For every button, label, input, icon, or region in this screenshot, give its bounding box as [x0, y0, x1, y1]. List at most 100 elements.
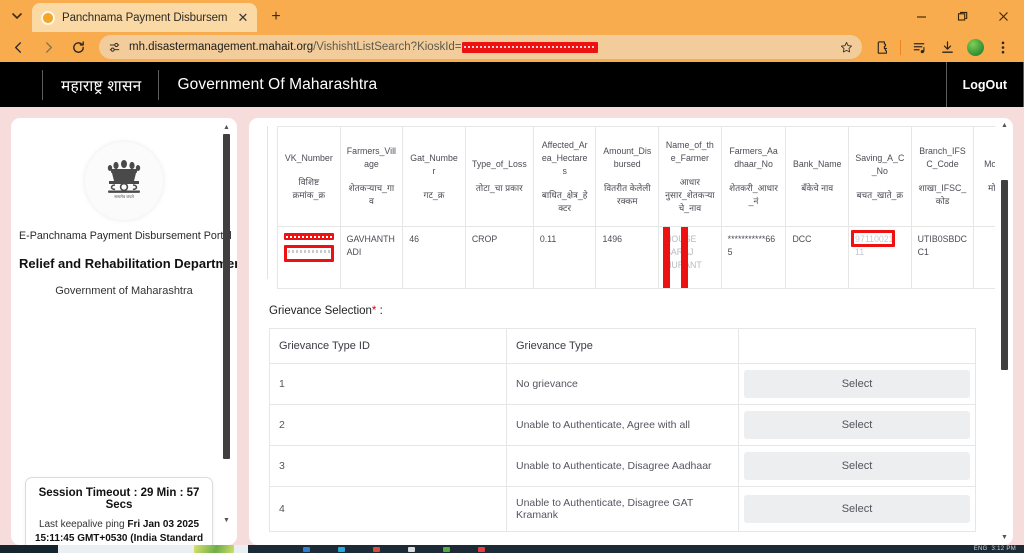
- sidebar-scrollbar[interactable]: ▲ ▼: [222, 124, 231, 524]
- grievance-action-cell: Select: [738, 404, 976, 446]
- table-row: GAVHANTHADI 46 CROP 0.11 1496 HOUSESARAJ…: [277, 226, 995, 289]
- grievance-label-suffix: :: [376, 305, 383, 317]
- keepalive-prefix: Last keepalive ping: [38, 519, 128, 530]
- grievance-action-cell: Select: [738, 486, 976, 532]
- extensions-puzzle-icon[interactable]: [869, 34, 895, 60]
- government-name: Government of Maharashtra: [55, 285, 193, 297]
- col-mobile-no: Mobile_No मोबाईल क्र: [973, 126, 995, 227]
- reading-list-icon[interactable]: [906, 34, 932, 60]
- window-close-button[interactable]: [983, 0, 1024, 32]
- grievance-header-row: Grievance Type ID Grievance Type: [269, 328, 976, 364]
- taskbar-app-icon[interactable]: [373, 546, 380, 552]
- address-bar[interactable]: mh.disastermanagement.mahait.org/Vishish…: [99, 35, 862, 59]
- taskbar-start-area[interactable]: [0, 545, 58, 553]
- grievance-col-id: Grievance Type ID: [269, 328, 507, 364]
- taskbar-app-icon[interactable]: [443, 546, 450, 552]
- col-aadhaar-no: Farmers_Aadhaar_No शेतकरी_आधार_नं: [720, 126, 787, 227]
- page-viewport: महाराष्ट्र शासन Government Of Maharashtr…: [0, 62, 1024, 545]
- os-taskbar: ENG 3:12 PM: [0, 545, 1024, 553]
- grievance-type: Unable to Authenticate, Disagree GAT Kra…: [506, 486, 739, 532]
- main-scrollbar-thumb[interactable]: [1001, 180, 1008, 370]
- svg-text:सत्यमेव जयते: सत्यमेव जयते: [114, 194, 134, 199]
- cell-mobile-no: [973, 226, 995, 289]
- taskbar-clock[interactable]: ENG 3:12 PM: [974, 546, 1024, 552]
- emblem-svg: सत्यमेव जयते: [107, 160, 141, 199]
- select-button[interactable]: Select: [744, 452, 970, 480]
- three-dot-menu-icon[interactable]: [990, 34, 1016, 60]
- back-button[interactable]: [4, 34, 32, 60]
- main-content-card: VK_Number विशिष्ट क्रमांक_क्र Farmers_Vi…: [249, 118, 1013, 545]
- main-scroll-down-arrow-icon[interactable]: ▼: [1000, 534, 1009, 541]
- table-left-edge: [267, 126, 268, 279]
- forward-button[interactable]: [34, 34, 62, 60]
- tab-close-icon[interactable]: ✕: [235, 10, 251, 26]
- grievance-section-label: Grievance Selection* :: [269, 305, 995, 317]
- address-bar-url: mh.disastermanagement.mahait.org/Vishish…: [129, 41, 826, 53]
- col-gat-number: Gat_Number गट_क्र: [402, 126, 466, 227]
- cell-amount-disbursed: 1496: [595, 226, 660, 289]
- select-button[interactable]: Select: [744, 411, 970, 439]
- grievance-row: 3 Unable to Authenticate, Disagree Aadha…: [269, 445, 976, 487]
- session-keepalive: Last keepalive ping Fri Jan 03 2025 15:1…: [32, 518, 206, 545]
- taskbar-app-icon[interactable]: [478, 546, 485, 552]
- keepalive-line2: 15:11:45 GMT+0530 (India Standard: [34, 533, 204, 544]
- taskbar-icons: ENG 3:12 PM: [248, 545, 1024, 553]
- maximize-button[interactable]: [942, 0, 983, 32]
- table-header-row: VK_Number विशिष्ट क्रमांक_क्र Farmers_Vi…: [277, 126, 995, 227]
- cell-aadhaar-no: ***********665: [720, 226, 787, 289]
- minimize-button[interactable]: [901, 0, 942, 32]
- scroll-up-arrow-icon[interactable]: ▲: [222, 124, 231, 132]
- scroll-down-arrow-icon[interactable]: ▼: [222, 517, 231, 524]
- page-body: सत्यमेव जयते E-Panchnama Payment Disburs…: [0, 107, 1024, 545]
- select-button[interactable]: Select: [744, 495, 970, 523]
- profile-avatar-icon[interactable]: [962, 34, 988, 60]
- taskbar-window-preview[interactable]: [58, 545, 248, 553]
- grievance-row: 1 No grievance Select: [269, 363, 976, 405]
- tab-strip: Panchnama Payment Disbursem ✕ +: [0, 0, 1024, 32]
- url-path: /VishishtListSearch?KioskId=: [313, 41, 462, 53]
- new-tab-button[interactable]: +: [263, 4, 289, 30]
- session-timeout-box: Session Timeout : 29 Min : 57 Secs Last …: [25, 477, 213, 545]
- col-farmers-village: Farmers_Village शेतकऱ्याच_गाव: [339, 126, 404, 227]
- taskbar-app-icon[interactable]: [303, 546, 310, 552]
- reload-button[interactable]: [64, 34, 92, 60]
- taskbar-app-icon[interactable]: [338, 546, 345, 552]
- url-host: mh.disastermanagement.mahait.org: [129, 41, 314, 53]
- toolbar-divider: [900, 39, 901, 55]
- redacted-farmer-name-bar-2: [681, 227, 689, 288]
- select-button[interactable]: Select: [744, 370, 970, 398]
- col-affected-area: Affected_Area_Hectares बाधित_क्षेत्र_हेक…: [532, 126, 597, 227]
- redacted-vk-number-box: [284, 245, 334, 262]
- cell-type-of-loss: CROP: [464, 226, 534, 289]
- taskbar-app-icon[interactable]: [408, 546, 415, 552]
- logout-button[interactable]: LogOut: [945, 62, 1024, 107]
- col-name-of-farmer: Name_of_the_Farmer आधार नुसार_शेतकऱ्याचे…: [658, 126, 722, 227]
- col-type-of-loss: Type_of_Loss तोटा_चा प्रकार: [464, 126, 534, 227]
- col-vk-number: VK_Number विशिष्ट क्रमांक_क्र: [277, 126, 341, 227]
- cell-vk-number: [277, 226, 341, 289]
- grievance-id: 2: [269, 404, 507, 446]
- cell-bank-name: DCC: [785, 226, 850, 289]
- main-content-scrollbar[interactable]: ▲ ▼: [1000, 122, 1009, 541]
- grievance-label-text: Grievance Selection: [269, 305, 372, 317]
- sidebar-scrollbar-thumb[interactable]: [223, 134, 230, 459]
- main-scroll-up-arrow-icon[interactable]: ▲: [1000, 122, 1009, 129]
- cell-ifsc-code: UTIB0SBDCC1: [910, 226, 975, 289]
- bookmark-star-icon[interactable]: [834, 36, 858, 58]
- downloads-icon[interactable]: [934, 34, 960, 60]
- browser-window: Panchnama Payment Disbursem ✕ + mh.disas…: [0, 0, 1024, 545]
- taskbar-language: ENG: [973, 546, 988, 552]
- site-settings-icon[interactable]: [108, 41, 121, 54]
- grievance-row: 2 Unable to Authenticate, Agree with all…: [269, 404, 976, 446]
- session-timeout-label: Session Timeout : 29 Min : 57 Secs: [38, 487, 200, 511]
- taskbar-time: 3:12 PM: [991, 546, 1016, 552]
- browser-tab[interactable]: Panchnama Payment Disbursem ✕: [32, 3, 257, 32]
- brand-english: Government Of Maharashtra: [177, 75, 378, 93]
- redacted-saving-ac-box: [851, 230, 896, 247]
- tab-favicon-icon: [41, 10, 55, 25]
- grievance-col-type: Grievance Type: [506, 328, 739, 364]
- cell-saving-ac-no: 97110021 11: [848, 226, 912, 289]
- col-amount-disbursed: Amount_Disbursed वितरीत केलेली रक्कम: [595, 126, 660, 227]
- tab-search-button[interactable]: [4, 3, 30, 29]
- grievance-row: 4 Unable to Authenticate, Disagree GAT K…: [269, 486, 976, 532]
